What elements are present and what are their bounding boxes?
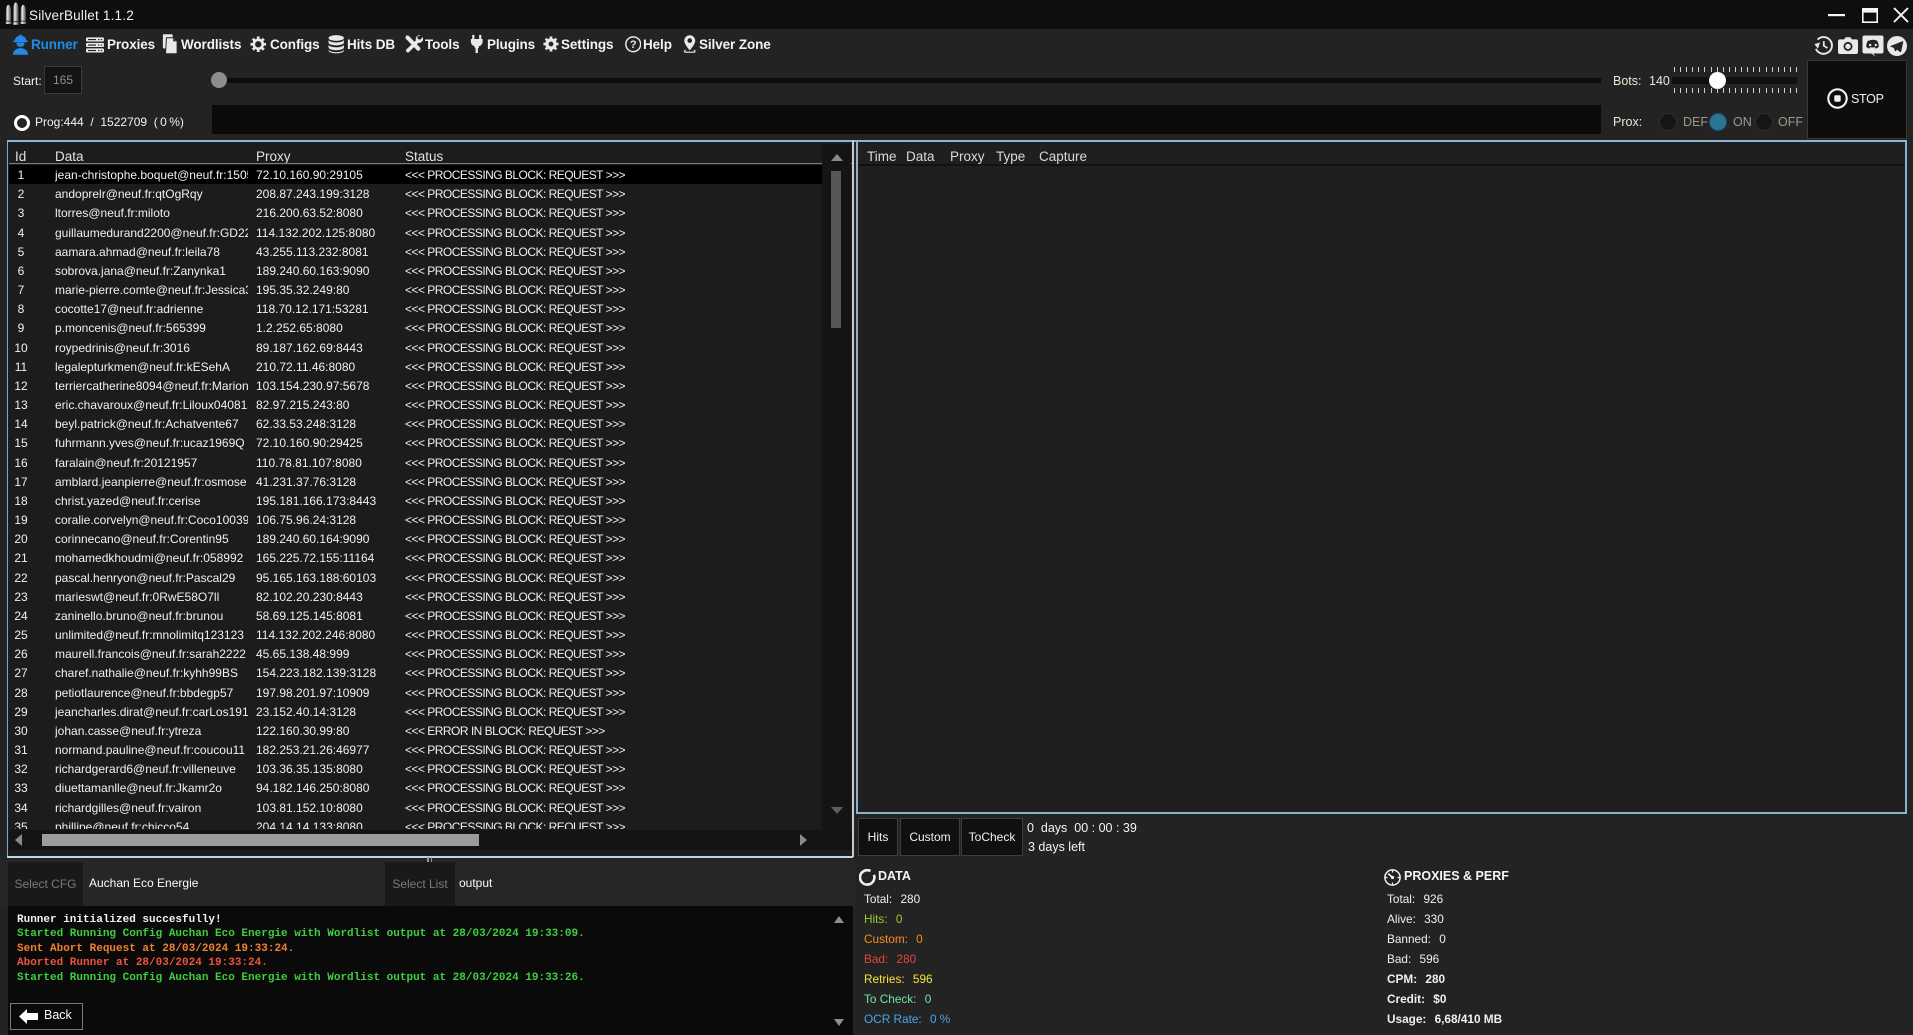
- svg-text:?: ?: [629, 39, 636, 51]
